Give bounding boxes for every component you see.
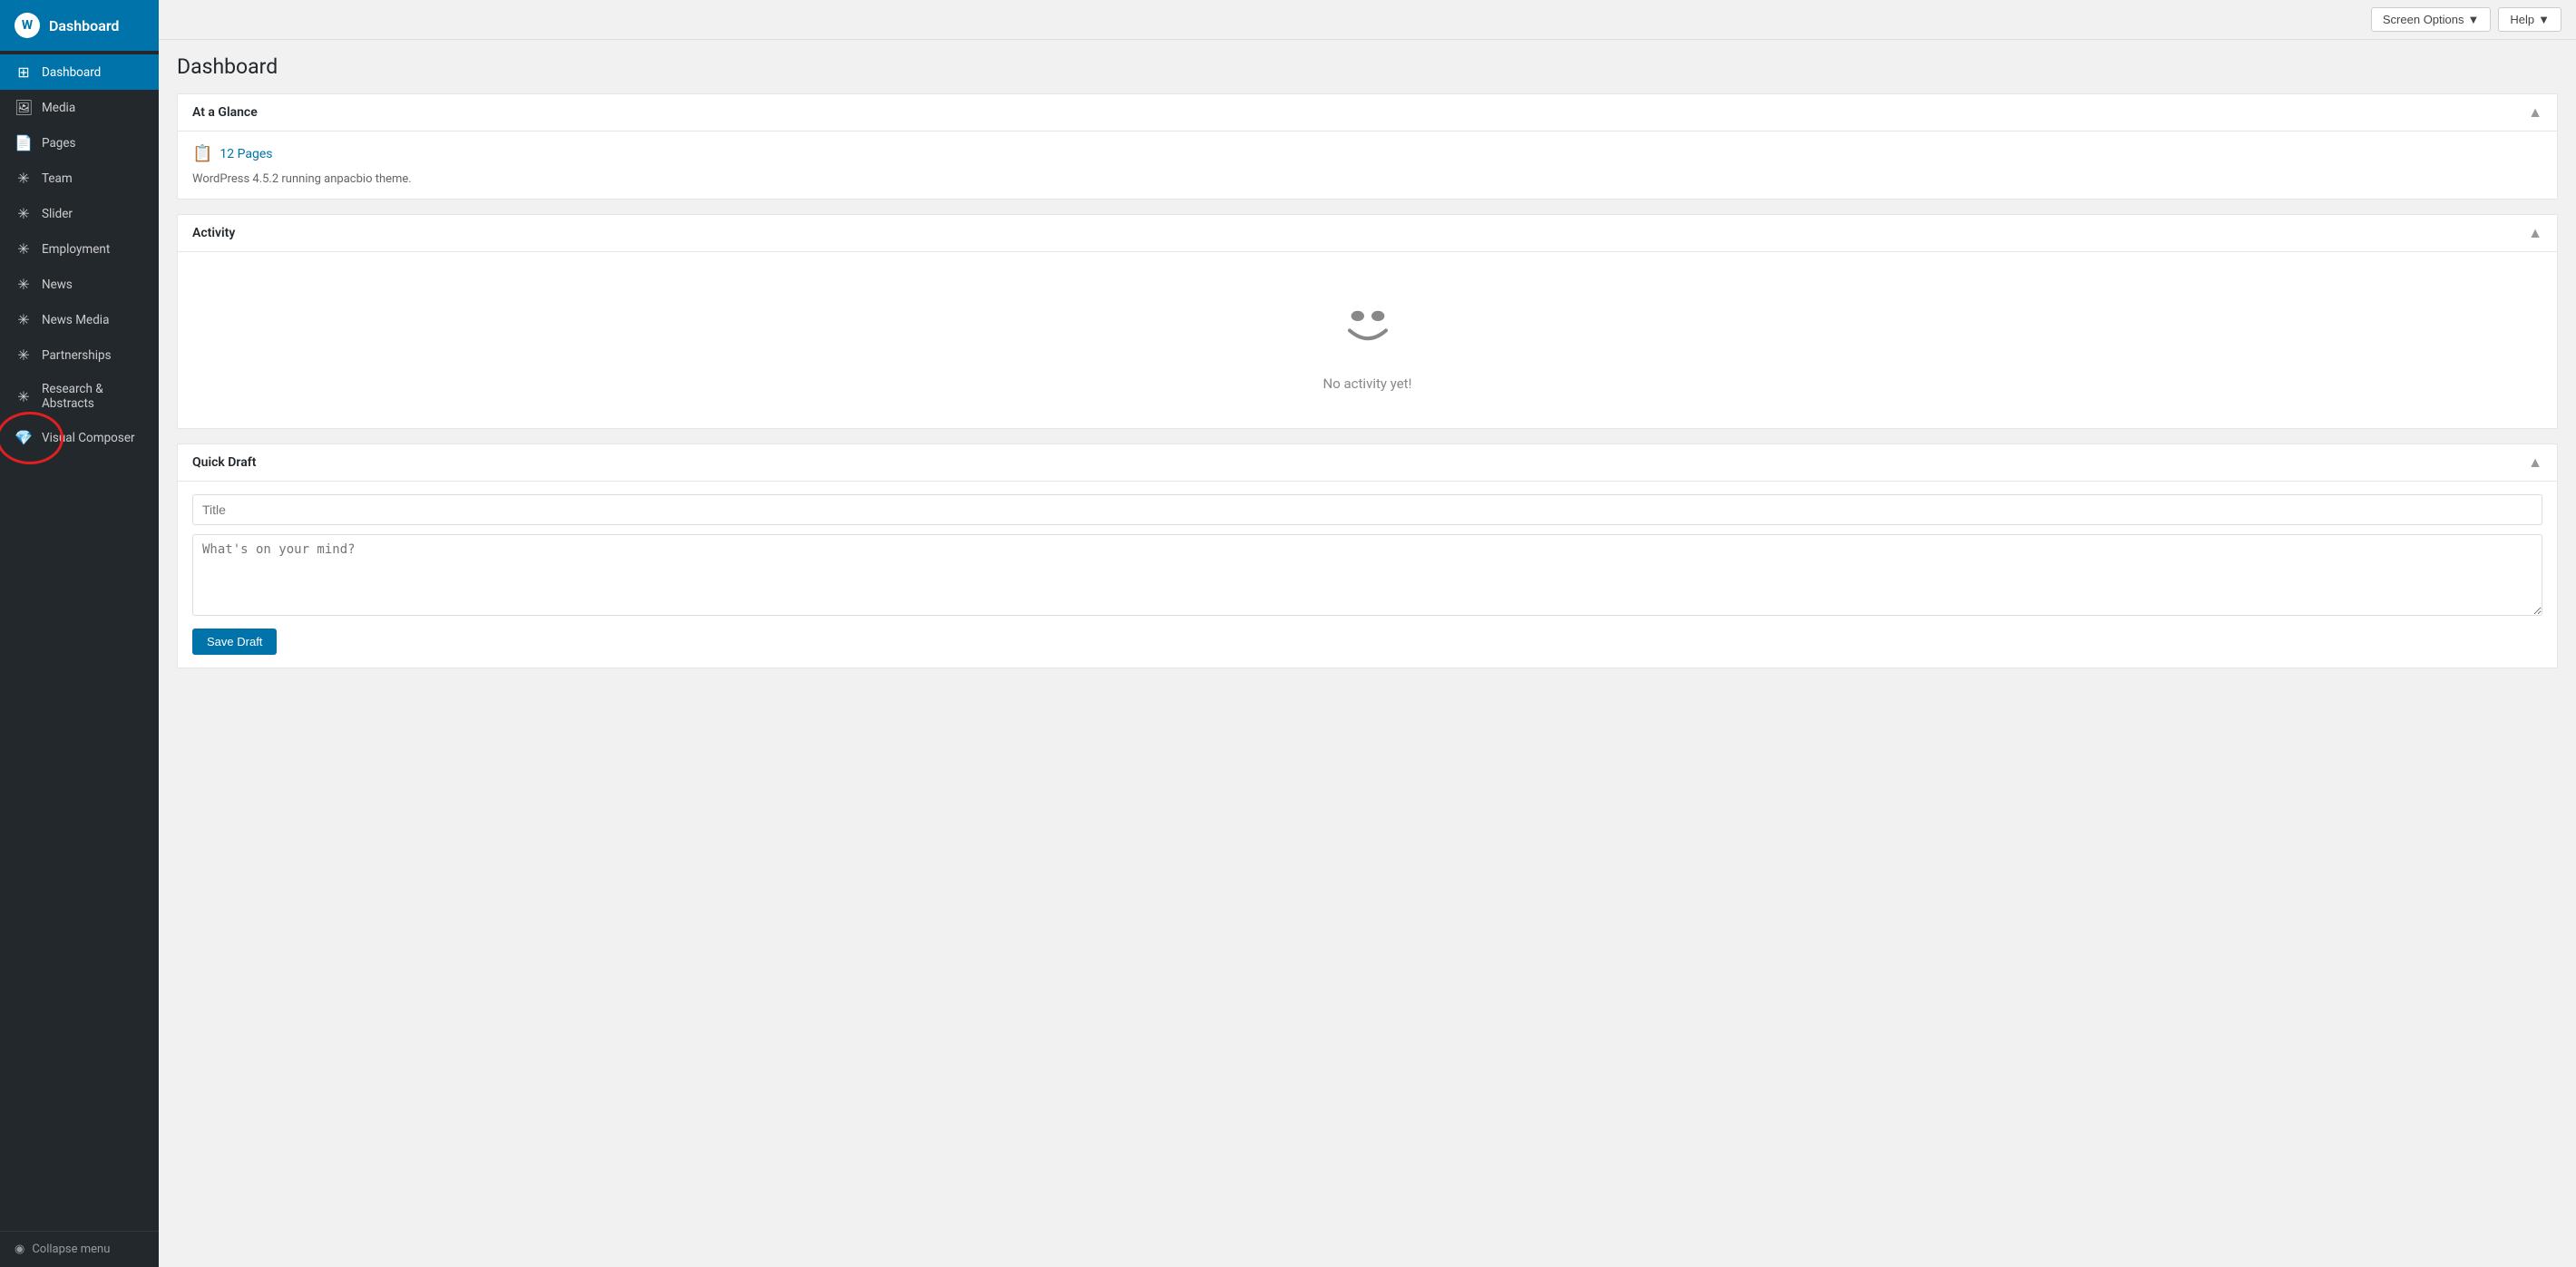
pages-count-link: 12 Pages [220, 147, 272, 161]
sidebar-logo-text: Dashboard [49, 17, 119, 34]
draft-content-textarea[interactable] [192, 534, 2542, 616]
sidebar-item-label: Research & Abstracts [42, 382, 144, 411]
save-draft-button[interactable]: Save Draft [192, 629, 277, 655]
news-media-icon: ✳ [15, 311, 33, 328]
partnerships-icon: ✳ [15, 346, 33, 364]
help-button[interactable]: Help ▼ [2498, 7, 2561, 32]
collapse-icon: ◉ [15, 1243, 24, 1256]
screen-options-button[interactable]: Screen Options ▼ [2371, 7, 2491, 32]
activity-empty-state: No activity yet! [178, 252, 2557, 428]
screen-options-label: Screen Options [2383, 13, 2464, 26]
sidebar-item-employment[interactable]: ✳ Employment [0, 231, 159, 267]
page-title: Dashboard [177, 54, 2558, 79]
screen-options-arrow-icon: ▼ [2468, 13, 2480, 26]
smiley-icon [1332, 288, 1404, 361]
sidebar-item-media[interactable]: 🖼 Media [0, 90, 159, 125]
at-a-glance-header: At a Glance ▲ [178, 94, 2557, 132]
at-a-glance-collapse[interactable]: ▲ [2528, 103, 2542, 122]
collapse-menu-label: Collapse menu [32, 1243, 110, 1256]
wp-version-text: WordPress 4.5.2 running anpacbio theme. [192, 172, 2542, 186]
sidebar: W Dashboard ⊞ Dashboard 🖼 Media 📄 Pages … [0, 0, 159, 1267]
sidebar-item-label: Team [42, 171, 73, 186]
pages-count-icon: 📋 [192, 144, 212, 163]
sidebar-item-label: Partnerships [42, 348, 112, 363]
sidebar-item-slider[interactable]: ✳ Slider [0, 196, 159, 231]
no-activity-text: No activity yet! [1323, 375, 1412, 392]
media-icon: 🖼 [15, 99, 33, 116]
at-a-glance-body: 📋 12 Pages WordPress 4.5.2 running anpac… [178, 132, 2557, 199]
activity-header: Activity ▲ [178, 215, 2557, 252]
quick-draft-widget: Quick Draft ▲ Save Draft [177, 443, 2558, 668]
sidebar-item-news-media[interactable]: ✳ News Media [0, 302, 159, 337]
sidebar-item-team[interactable]: ✳ Team [0, 161, 159, 196]
slider-icon: ✳ [15, 205, 33, 222]
news-icon: ✳ [15, 276, 33, 293]
sidebar-item-label: News [42, 278, 73, 292]
sidebar-item-dashboard[interactable]: ⊞ Dashboard [0, 54, 159, 90]
collapse-menu[interactable]: ◉ Collapse menu [0, 1231, 159, 1267]
quick-draft-collapse[interactable]: ▲ [2528, 453, 2542, 472]
visual-composer-icon: 💎 [15, 429, 33, 446]
at-a-glance-widget: At a Glance ▲ 📋 12 Pages WordPress 4.5.2… [177, 93, 2558, 200]
team-icon: ✳ [15, 170, 33, 187]
research-icon: ✳ [15, 388, 33, 405]
sidebar-item-research-abstracts[interactable]: ✳ Research & Abstracts [0, 373, 159, 420]
activity-title: Activity [192, 226, 235, 240]
topbar: Screen Options ▼ Help ▼ [159, 0, 2576, 40]
sidebar-item-label: Media [42, 101, 75, 115]
sidebar-item-visual-composer[interactable]: 💎 Visual Composer [0, 420, 159, 455]
activity-collapse[interactable]: ▲ [2528, 224, 2542, 242]
dashboard-icon: ⊞ [15, 63, 33, 81]
draft-title-input[interactable] [192, 494, 2542, 525]
sidebar-item-label: Pages [42, 136, 76, 151]
sidebar-nav: ⊞ Dashboard 🖼 Media 📄 Pages ✳ Team ✳ Sli… [0, 51, 159, 1231]
wp-icon: W [15, 13, 40, 38]
activity-body: No activity yet! [178, 252, 2557, 428]
sidebar-item-label: Slider [42, 207, 73, 221]
quick-draft-body: Save Draft [178, 482, 2557, 668]
sidebar-item-news[interactable]: ✳ News [0, 267, 159, 302]
quick-draft-title: Quick Draft [192, 455, 256, 470]
quick-draft-header: Quick Draft ▲ [178, 444, 2557, 482]
sidebar-logo[interactable]: W Dashboard [0, 0, 159, 51]
pages-count-item[interactable]: 📋 12 Pages [192, 144, 2542, 163]
activity-widget: Activity ▲ No activity yet! [177, 214, 2558, 429]
sidebar-item-label: Employment [42, 242, 110, 257]
at-a-glance-title: At a Glance [192, 105, 258, 120]
main-area: Screen Options ▼ Help ▼ Dashboard At a G… [159, 0, 2576, 1267]
sidebar-item-partnerships[interactable]: ✳ Partnerships [0, 337, 159, 373]
content-area: Dashboard At a Glance ▲ 📋 12 Pages WordP… [159, 40, 2576, 1267]
pages-icon: 📄 [15, 134, 33, 151]
save-draft-label: Save Draft [207, 635, 262, 648]
sidebar-item-pages[interactable]: 📄 Pages [0, 125, 159, 161]
sidebar-item-label: Dashboard [42, 65, 101, 80]
sidebar-item-label: Visual Composer [42, 431, 135, 445]
help-label: Help [2510, 13, 2534, 26]
help-arrow-icon: ▼ [2538, 13, 2550, 26]
sidebar-item-label: News Media [42, 313, 109, 327]
employment-icon: ✳ [15, 240, 33, 258]
